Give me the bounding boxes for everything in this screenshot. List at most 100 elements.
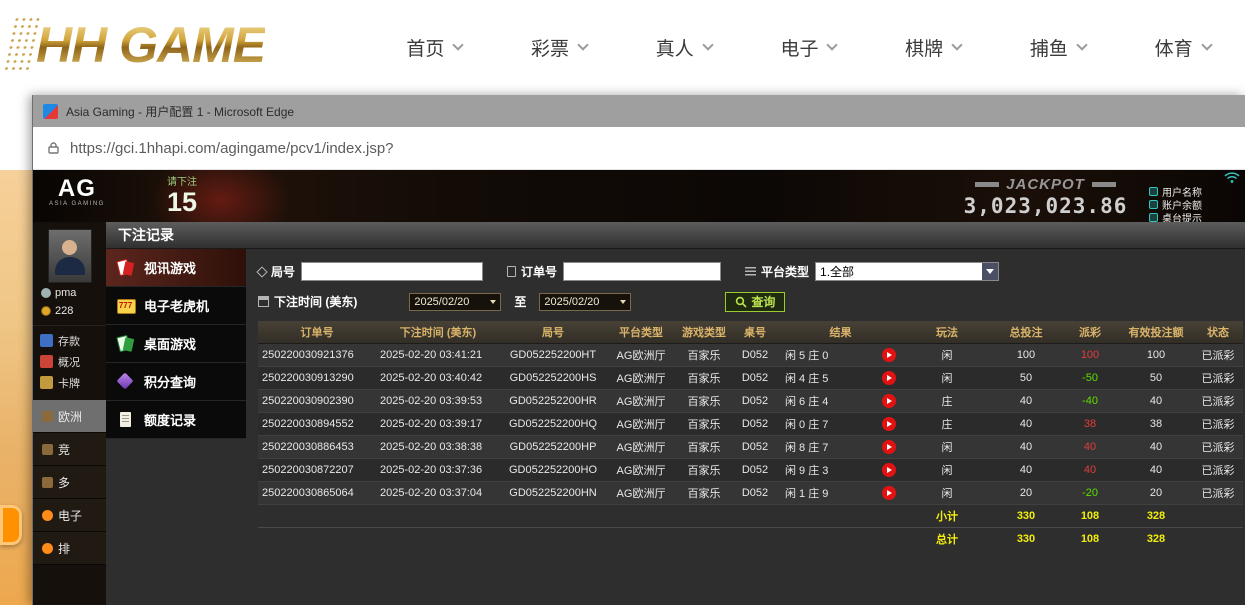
list-icon [745, 267, 756, 276]
col-header-status: 状态 [1193, 321, 1243, 343]
cell-bet-time: 2025-02-20 03:38:38 [376, 435, 500, 458]
window-titlebar[interactable]: Asia Gaming - 用户配置 1 - Microsoft Edge [33, 95, 1245, 127]
cell-result: 闲 0 庄 7 [778, 412, 903, 435]
ag-app: AG ASIA GAMING 请下注 15 JACKPOT 3,023,023.… [33, 170, 1245, 605]
nav-item-sports[interactable]: 体育 [1155, 34, 1211, 61]
replay-icon[interactable] [882, 394, 896, 408]
replay-icon[interactable] [882, 486, 896, 500]
sidebar-link-cards[interactable]: 卡牌 [33, 372, 106, 393]
replay-icon[interactable] [882, 463, 896, 477]
edge-window: Asia Gaming - 用户配置 1 - Microsoft Edge ht… [32, 95, 1245, 605]
cell-order-no: 250220030902390 [258, 389, 376, 412]
replay-icon[interactable] [882, 371, 896, 385]
nav-item-fishing[interactable]: 捕鱼 [1030, 34, 1086, 61]
chevron-down-icon [453, 39, 464, 50]
query-button[interactable]: 查询 [725, 292, 785, 312]
cell-bet-time: 2025-02-20 03:41:21 [376, 343, 500, 366]
site-logo[interactable]: HH GAME [8, 16, 265, 74]
tab-slot-machine[interactable]: 电子老虎机 [106, 287, 246, 325]
result-text: 闲 9 庄 3 [785, 462, 828, 478]
col-header-result: 结果 [778, 321, 903, 343]
table-tip-row[interactable]: 桌台提示 [1149, 211, 1245, 222]
hall-icon [42, 444, 53, 455]
replay-icon[interactable] [882, 417, 896, 431]
cell-table-no: D052 [732, 435, 778, 458]
sidebar-link-overview[interactable]: 概况 [33, 351, 106, 372]
tab-video-games[interactable]: 视讯游戏 [106, 249, 246, 287]
date-to-select[interactable]: 2025/02/20 [539, 293, 631, 311]
link-label: 卡牌 [58, 375, 80, 391]
nav-item-slots[interactable]: 电子 [780, 34, 836, 61]
cell-total-bet: 50 [991, 366, 1061, 389]
cell-total-bet: 20 [991, 481, 1061, 504]
nav-item-cards[interactable]: 棋牌 [905, 34, 961, 61]
cell-platform: AG欧洲厅 [606, 366, 676, 389]
document-icon [116, 411, 136, 429]
cell-total-bet: 40 [991, 412, 1061, 435]
cell-table-no: D052 [732, 366, 778, 389]
card-icon [40, 376, 53, 389]
cell-play-method: 庄 [903, 389, 991, 412]
round-no-input[interactable] [301, 262, 483, 281]
ag-logo-text: AG [49, 177, 105, 201]
hall-item-rank[interactable]: 排 [33, 532, 106, 565]
empty-cell [258, 527, 903, 550]
cell-status: 已派彩 [1193, 435, 1243, 458]
nav-item-live[interactable]: 真人 [656, 34, 712, 61]
sidebar-link-deposit[interactable]: 存款 [33, 330, 106, 351]
cell-round-no: GD052252200HS [500, 366, 606, 389]
cell-game-type: 百家乐 [676, 343, 732, 366]
hall-item-europe[interactable]: 欧洲 [33, 400, 106, 433]
tab-points-query[interactable]: 积分查询 [106, 363, 246, 401]
nav-label: 真人 [656, 34, 694, 61]
address-bar[interactable]: https://gci.1hhapi.com/agingame/pcv1/ind… [33, 127, 1245, 170]
replay-icon[interactable] [882, 348, 896, 362]
cell-status: 已派彩 [1193, 389, 1243, 412]
cell-round-no: GD052252200HT [500, 343, 606, 366]
logo-text: HH GAME [36, 20, 265, 70]
nav-label: 棋牌 [905, 34, 943, 61]
hall-item-multi[interactable]: 多 [33, 466, 106, 499]
table-row: 250220030921376 2025-02-20 03:41:21 GD05… [258, 343, 1243, 366]
platform-selected-value: 1.全部 [820, 263, 854, 280]
subtotal-row: 小计 330 108 328 [258, 504, 1243, 527]
nav-label: 首页 [406, 34, 444, 61]
cell-round-no: GD052252200HR [500, 389, 606, 412]
col-header-table: 桌号 [732, 321, 778, 343]
cell-order-no: 250220030886453 [258, 435, 376, 458]
ag-sidebar: pma 228 存款 概况 卡牌 欧洲 竞 多 电子 排 [33, 222, 106, 605]
hall-item-slots[interactable]: 电子 [33, 499, 106, 532]
date-from-select[interactable]: 2025/02/20 [409, 293, 501, 311]
cell-game-type: 百家乐 [676, 458, 732, 481]
cell-status: 已派彩 [1193, 458, 1243, 481]
cell-platform: AG欧洲厅 [606, 435, 676, 458]
tab-quota-record[interactable]: 额度记录 [106, 401, 246, 439]
countdown-label: 请下注 [149, 173, 215, 188]
order-no-input[interactable] [563, 262, 721, 281]
cell-total-bet: 100 [991, 343, 1061, 366]
hall-item-bid[interactable]: 竞 [33, 433, 106, 466]
cell-result: 闲 9 庄 3 [778, 458, 903, 481]
cell-play-method: 闲 [903, 458, 991, 481]
wifi-icon [1224, 172, 1240, 187]
cell-order-no: 250220030921376 [258, 343, 376, 366]
ag-logo: AG ASIA GAMING [49, 177, 105, 207]
floating-widget-button[interactable] [0, 505, 22, 545]
cell-table-no: D052 [732, 389, 778, 412]
platform-type-select[interactable]: 1.全部 [815, 262, 999, 281]
url-text[interactable]: https://gci.1hhapi.com/agingame/pcv1/ind… [70, 140, 394, 157]
cell-valid-bet: 40 [1119, 389, 1193, 412]
nav-item-lottery[interactable]: 彩票 [531, 34, 587, 61]
cell-bet-time: 2025-02-20 03:39:17 [376, 412, 500, 435]
cell-play-method: 闲 [903, 366, 991, 389]
cell-play-method: 闲 [903, 343, 991, 366]
cell-bet-time: 2025-02-20 03:37:04 [376, 481, 500, 504]
replay-icon[interactable] [882, 440, 896, 454]
chevron-down-icon [1076, 39, 1087, 50]
nav-label: 体育 [1155, 34, 1193, 61]
wallet-icon [1149, 200, 1158, 209]
nav-item-home[interactable]: 首页 [406, 34, 462, 61]
col-header-method: 玩法 [903, 321, 991, 343]
tab-table-games[interactable]: 桌面游戏 [106, 325, 246, 363]
table-row: 250220030902390 2025-02-20 03:39:53 GD05… [258, 389, 1243, 412]
